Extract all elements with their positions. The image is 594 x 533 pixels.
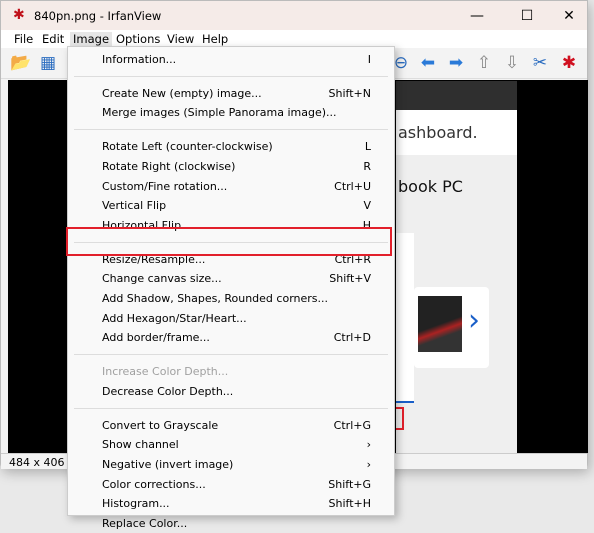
menu-item-shortcut: Ctrl+U [334,179,371,193]
menu-item-label: Change canvas size... [102,272,222,286]
menu-item-shortcut: Shift+G [328,477,371,491]
menu-item-label: Custom/Fine rotation... [102,179,228,193]
menu-options[interactable]: Options [113,32,163,46]
menu-item-information[interactable]: Information... I [68,50,394,69]
highlight-box [66,227,392,256]
menu-item-label: Vertical Flip [102,199,167,213]
menu-edit[interactable]: Edit [39,32,67,46]
prev-arrow-icon[interactable]: ⬅ [417,52,439,74]
menu-item-convert-to-grayscale[interactable]: Convert to Grayscale Ctrl+G [68,416,394,435]
menu-item-decrease-color-depth[interactable]: Decrease Color Depth... [68,382,394,401]
image-content: ashboard. book PC › [396,81,517,453]
laptop-image [418,296,462,352]
window-title: 840pn.png - IrfanView [34,9,162,23]
menu-item-shortcut: › [366,457,371,471]
irfanview-logo-icon: ✱ [13,7,25,23]
image-heading: ashboard. [398,123,478,142]
page-down-icon[interactable]: ⇩ [501,52,523,74]
title-bar: ✱ 840pn.png - IrfanView — ☐ ✕ [1,1,587,30]
menu-item-label: Add Shadow, Shapes, Rounded corners... [102,292,328,305]
menu-item-label: Decrease Color Depth... [102,384,234,398]
menu-item-label: Add Hexagon/Star/Heart... [102,311,247,325]
menu-separator [74,75,388,77]
close-button[interactable]: ✕ [549,5,589,27]
menu-item-label: Increase Color Depth... [102,365,229,379]
menu-item-change-canvas-size[interactable]: Change canvas size... Shift+V [68,269,394,288]
menu-item-label: Merge images (Simple Panorama image)... [102,106,337,120]
chevron-right-icon[interactable]: › [468,303,480,338]
menu-item-label: Rotate Right (clockwise) [102,159,236,173]
menu-item-add-hexagon-star-heart[interactable]: Add Hexagon/Star/Heart... [68,309,394,328]
menu-separator [74,407,388,409]
menu-item-rotate-left-counter-clockwise[interactable]: Rotate Left (counter-clockwise) L [68,137,394,156]
menu-separator [74,129,388,131]
menu-separator [74,354,388,356]
menu-item-label: Create New (empty) image... [102,86,262,100]
menu-item-label: Negative (invert image) [102,457,234,471]
menu-help[interactable]: Help [199,32,231,46]
next-arrow-icon[interactable]: ➡ [445,52,467,74]
menu-item-label: Color corrections... [102,477,206,491]
menu-item-merge-images-simple-panorama-image[interactable]: Merge images (Simple Panorama image)... [68,103,394,122]
menu-item-vertical-flip[interactable]: Vertical Flip V [68,196,394,215]
menu-item-label: Rotate Left (counter-clockwise) [102,140,273,154]
menu-item-label: Replace Color... [102,517,188,530]
menu-item-shortcut: Shift+V [329,272,371,286]
maximize-button[interactable]: ☐ [507,5,547,27]
slideshow-icon[interactable]: ▦ [37,52,59,74]
menu-item-shortcut: I [367,53,371,66]
menu-item-increase-color-depth: Increase Color Depth... [68,362,394,381]
menu-item-shortcut: › [366,438,371,452]
menu-item-shortcut: R [363,159,371,173]
menu-item-label: Add border/frame... [102,331,210,345]
open-folder-icon[interactable]: 📂 [10,52,32,74]
image-subheading: book PC [398,177,463,196]
page-up-icon[interactable]: ⇧ [473,52,495,74]
menu-item-replace-color[interactable]: Replace Color... [68,514,394,533]
menu-item-label: Information... [102,53,177,66]
menu-item-shortcut: L [364,140,371,154]
image-menu-dropdown: Information... I Create New (empty) image.… [67,46,395,530]
minimize-button[interactable]: — [457,5,497,27]
irfanview-logo-icon[interactable]: ✱ [558,52,580,74]
menu-item-add-border-frame[interactable]: Add border/frame... Ctrl+D [68,328,394,347]
menu-image[interactable]: Image [70,32,113,46]
menu-item-shortcut: V [363,199,371,213]
menu-item-create-new-empty-image[interactable]: Create New (empty) image... Shift+N [68,84,394,103]
menu-item-rotate-right-clockwise[interactable]: Rotate Right (clockwise) R [68,157,394,176]
menu-item-show-channel[interactable]: Show channel › [68,435,394,454]
menu-item-label: Show channel [102,438,179,452]
menu-item-label: Convert to Grayscale [102,418,219,432]
settings-tools-icon[interactable]: ✂ [529,52,551,74]
menu-item-shortcut: Shift+N [328,86,371,100]
menu-item-negative-invert-image[interactable]: Negative (invert image) › [68,455,394,474]
menu-item-custom-fine-rotation[interactable]: Custom/Fine rotation... Ctrl+U [68,177,394,196]
menu-item-shortcut: Ctrl+G [333,418,371,432]
menu-item-shortcut: Ctrl+D [333,331,371,345]
menu-file[interactable]: File [11,32,36,46]
menu-item-add-shadow-shapes-rounded-corners[interactable]: Add Shadow, Shapes, Rounded corners... [68,289,394,308]
menu-view[interactable]: View [164,32,197,46]
menu-item-color-corrections[interactable]: Color corrections... Shift+G [68,475,394,494]
